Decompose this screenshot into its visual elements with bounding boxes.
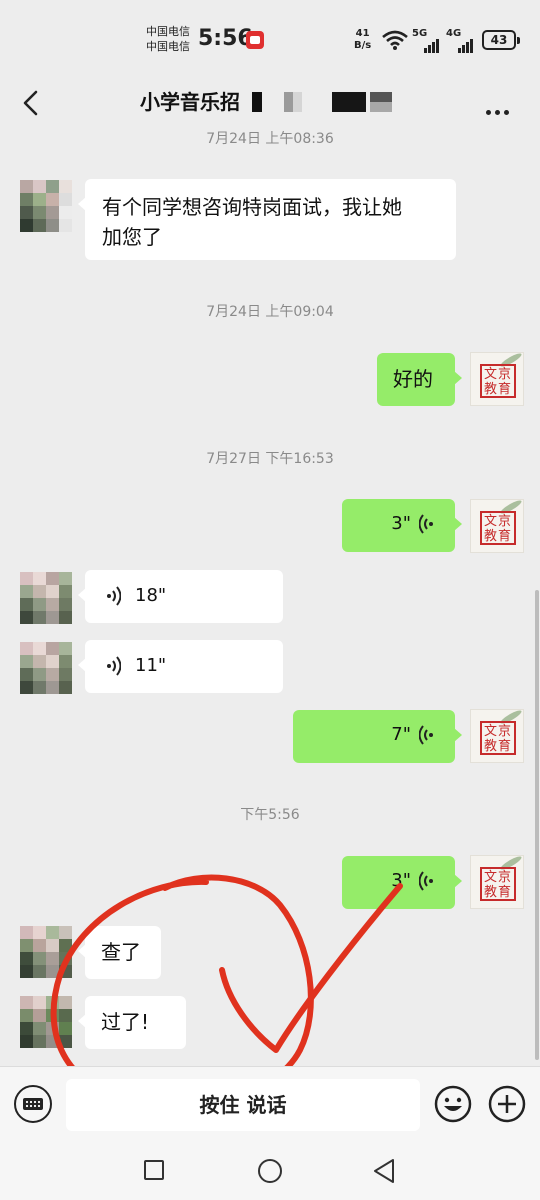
recent-apps-icon[interactable] [144, 1160, 164, 1180]
voice-duration: 3" [391, 513, 411, 534]
back-triangle-icon[interactable] [372, 1158, 396, 1184]
screen-record-icon [246, 31, 264, 49]
redaction-block [252, 92, 262, 112]
redaction-block [284, 92, 302, 112]
message-bubble-incoming[interactable]: 查了 [78, 926, 161, 979]
message-text: 查了 [101, 940, 141, 964]
signal-bars-icon [458, 34, 474, 53]
voice-duration: 3" [391, 870, 411, 891]
avatar[interactable]: 文京 教育 [470, 352, 524, 406]
home-icon[interactable] [258, 1159, 282, 1183]
voice-duration: 11" [135, 655, 167, 676]
voice-message-outgoing[interactable]: 3" [342, 499, 462, 552]
voice-message-outgoing[interactable]: 3" [342, 856, 462, 909]
input-bar: 按住 说话 [0, 1066, 540, 1142]
brand-seal: 文京 教育 [480, 511, 516, 545]
carrier-labels: 中国电信 中国电信 [146, 24, 190, 54]
network-speed-value: 41 [355, 28, 370, 39]
brand-seal: 文京 教育 [480, 364, 516, 398]
voice-message-outgoing[interactable]: 7" [293, 710, 462, 763]
avatar[interactable] [20, 926, 72, 978]
carrier-1: 中国电信 [146, 25, 190, 38]
network-speed-unit: B/s [354, 40, 372, 51]
chat-header: 小学音乐招 [0, 80, 540, 126]
avatar[interactable]: 文京 教育 [470, 499, 524, 553]
message-text: 过了! [101, 1010, 150, 1034]
timestamp: 7月24日 上午09:04 [206, 304, 334, 320]
redaction-block [370, 92, 392, 112]
signal-bars-icon [424, 34, 440, 53]
message-bubble-incoming[interactable]: 过了! [78, 996, 186, 1049]
message-bubble-outgoing[interactable]: 好的 [377, 353, 462, 406]
status-time: 5:56 [198, 26, 253, 51]
system-nav-bar [0, 1142, 540, 1200]
message-text: 好的 [393, 367, 433, 391]
emoji-icon[interactable] [434, 1085, 472, 1123]
carrier-2: 中国电信 [146, 40, 190, 53]
avatar[interactable] [20, 180, 72, 232]
more-dots-icon[interactable] [486, 100, 516, 115]
chat-title[interactable]: 小学音乐招 [140, 86, 240, 115]
chevron-left-icon[interactable] [18, 88, 44, 118]
status-bar: 中国电信 中国电信 5:56 41 B/s 5G 4G 43 [0, 0, 540, 80]
voice-duration: 7" [391, 724, 411, 745]
battery-indicator: 43 [482, 30, 520, 50]
timestamp: 下午5:56 [240, 807, 300, 823]
voice-wave-icon [419, 725, 433, 745]
network-speed: 41 B/s [354, 28, 371, 52]
timestamp: 7月24日 上午08:36 [206, 131, 334, 147]
avatar[interactable] [20, 572, 72, 624]
brand-seal: 文京 教育 [480, 867, 516, 901]
wifi-icon [382, 30, 408, 50]
timestamp: 7月27日 下午16:53 [206, 451, 334, 467]
keyboard-icon[interactable] [14, 1085, 52, 1123]
voice-message-incoming[interactable]: 18" [78, 570, 283, 623]
brand-seal: 文京 教育 [480, 721, 516, 755]
avatar[interactable]: 文京 教育 [470, 855, 524, 909]
hold-to-talk-button[interactable]: 按住 说话 [66, 1079, 420, 1131]
voice-wave-icon [419, 871, 433, 891]
voice-wave-icon [419, 514, 433, 534]
message-bubble-incoming[interactable]: 有个同学想咨询特岗面试，我让她 加您了 [78, 179, 456, 260]
avatar[interactable] [20, 642, 72, 694]
voice-wave-icon [107, 656, 121, 676]
message-text: 加您了 [102, 225, 162, 249]
avatar[interactable]: 文京 教育 [470, 709, 524, 763]
voice-wave-icon [107, 586, 121, 606]
scrollbar[interactable] [535, 590, 539, 1060]
message-text: 有个同学想咨询特岗面试，我让她 [102, 195, 402, 219]
voice-duration: 18" [135, 585, 167, 606]
plus-icon[interactable] [488, 1085, 526, 1123]
redaction-block [332, 92, 366, 112]
avatar[interactable] [20, 996, 72, 1048]
voice-message-incoming[interactable]: 11" [78, 640, 283, 693]
